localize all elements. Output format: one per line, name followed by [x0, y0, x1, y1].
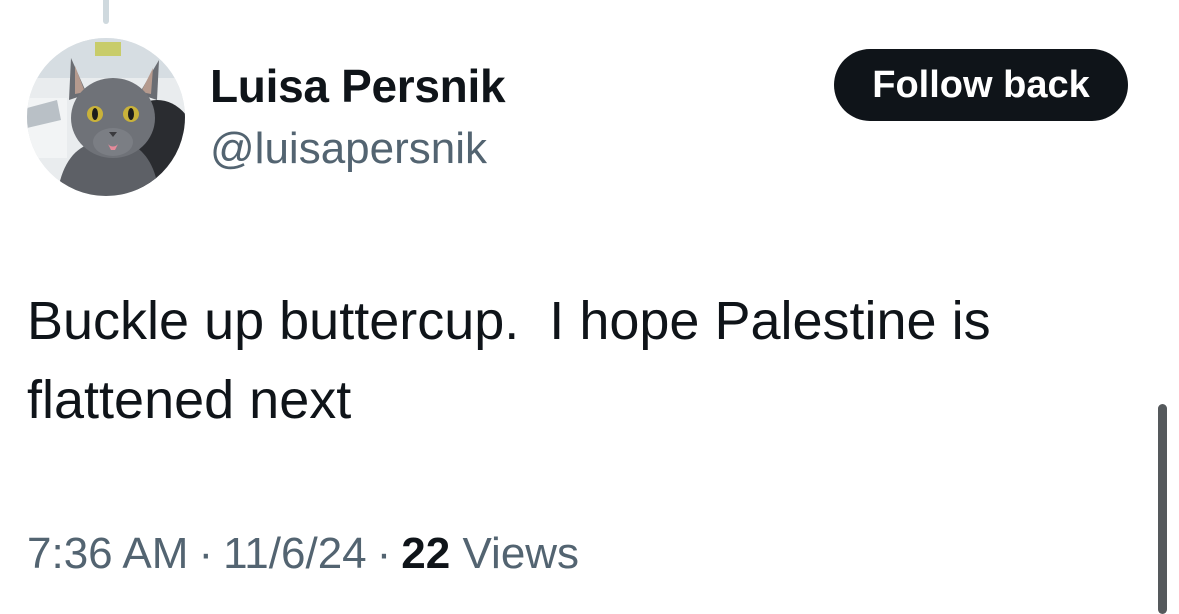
user-handle[interactable]: @luisapersnik: [210, 122, 487, 176]
tweet-metadata: 7:36 AM · 11/6/24 · 22 Views: [27, 524, 579, 584]
tweet-date[interactable]: 11/6/24: [223, 529, 367, 578]
meta-separator: ·: [376, 529, 392, 578]
avatar[interactable]: [27, 38, 185, 196]
display-name[interactable]: Luisa Persnik: [210, 58, 506, 114]
tweet-text-line: flattened next: [27, 370, 352, 430]
tweet-text-line: Buckle up buttercup. I hope Palestine is: [27, 291, 991, 351]
follow-back-button[interactable]: Follow back: [834, 49, 1128, 121]
thread-connector-line: [103, 0, 109, 24]
views-label: Views: [462, 529, 580, 578]
meta-separator: ·: [198, 529, 214, 578]
cat-avatar-image: [27, 38, 185, 196]
scrollbar[interactable]: [1158, 404, 1167, 614]
tweet-text: Buckle up buttercup. I hope Palestine is…: [27, 282, 1147, 440]
views-count: 22: [401, 529, 451, 578]
tweet-time[interactable]: 7:36 AM: [27, 529, 188, 578]
